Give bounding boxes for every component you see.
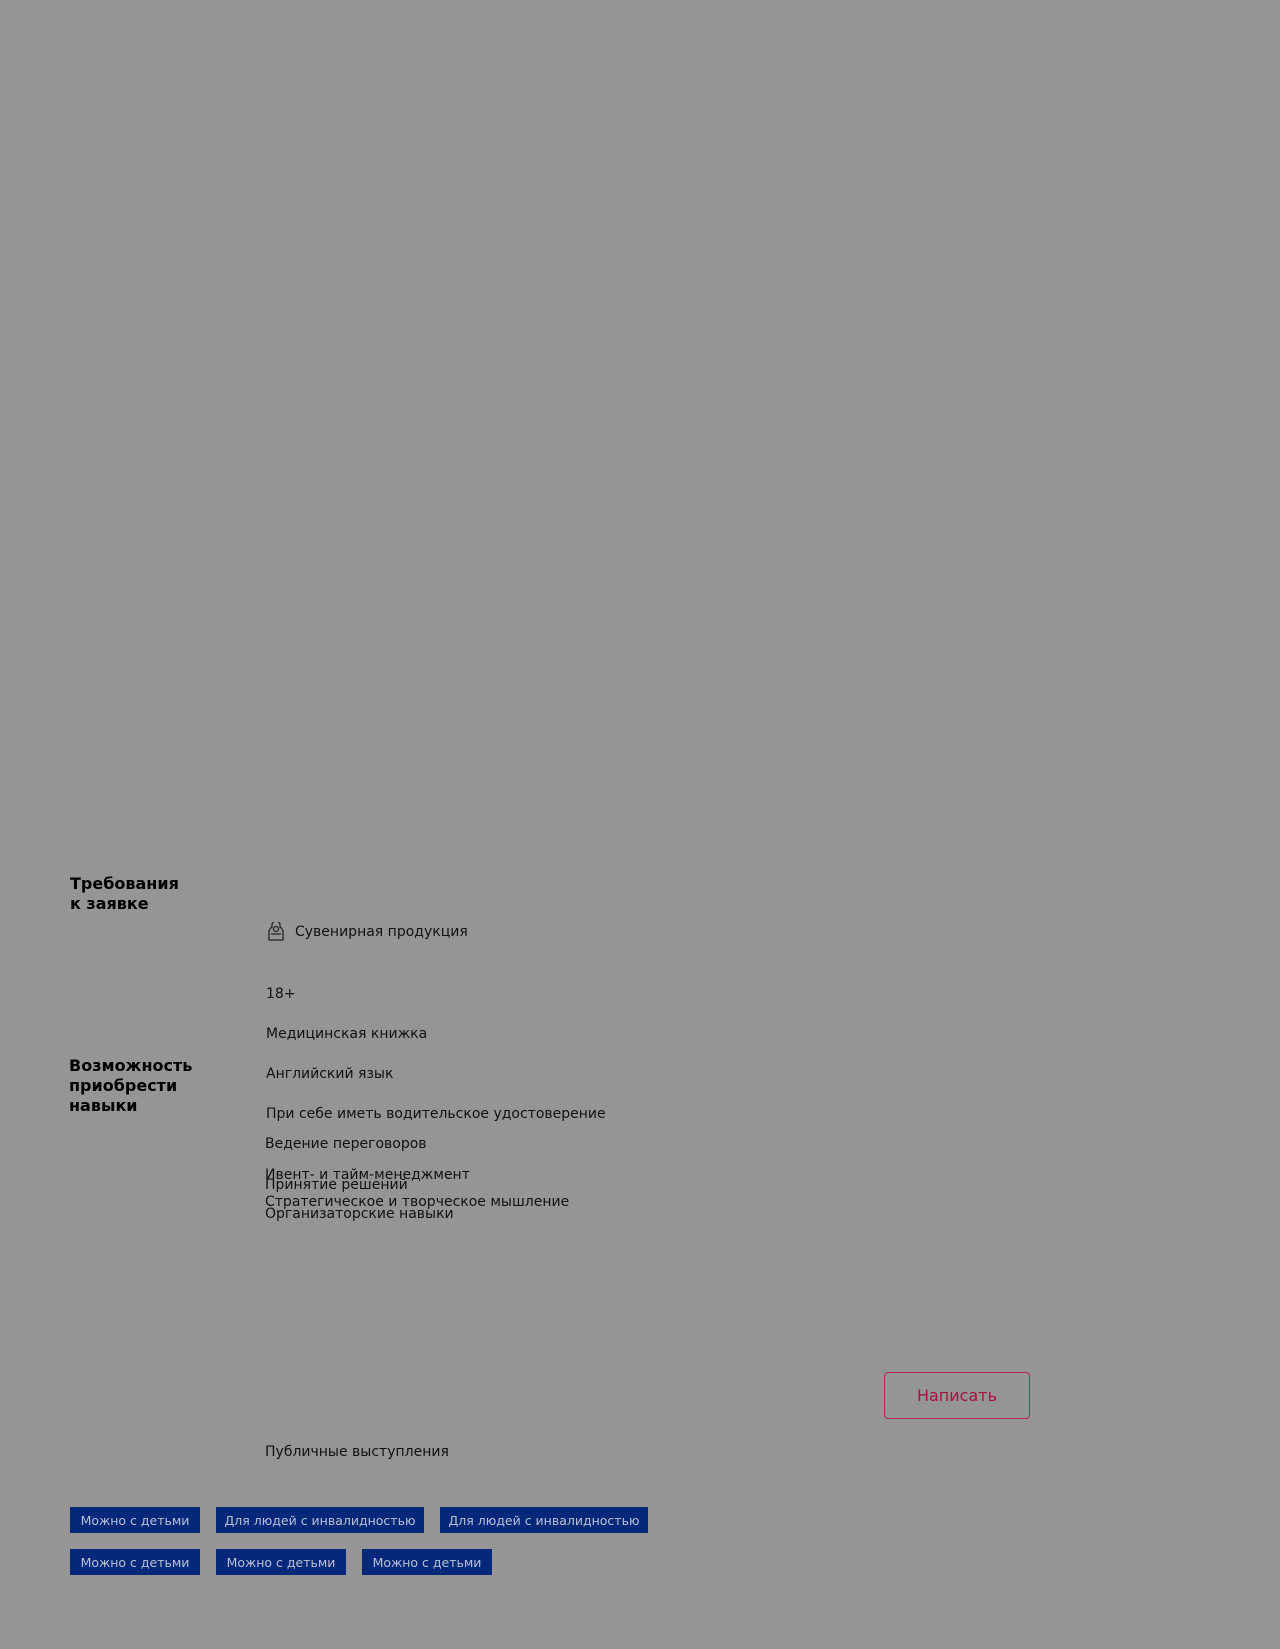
requirement-souvenir-label: Сувенирная продукция [295,924,468,940]
requirement-driver-license: При себе иметь водительское удостоверени… [266,1106,606,1122]
skills-heading: Возможность приобрести навыки [69,1056,192,1116]
skill-decision-making: Принятие решений [265,1177,408,1193]
skill-public-speaking: Публичные выступления [265,1444,449,1460]
skill-organizational: Организаторские навыки [265,1206,454,1222]
tag-with-children[interactable]: Можно с детьми [70,1549,200,1575]
skills-heading-line3: навыки [69,1096,138,1115]
tag-accessibility[interactable]: Для людей с инвалидностью [216,1507,424,1533]
requirement-english: Английский язык [266,1066,394,1082]
souvenir-icon [266,920,286,942]
requirement-souvenir: Сувенирная продукция [266,920,468,942]
requirements-heading: Требования к заявке [70,874,179,914]
skills-heading-line1: Возможность [69,1056,193,1075]
skill-negotiation: Ведение переговоров [265,1136,427,1152]
tag-accessibility[interactable]: Для людей с инвалидностью [440,1507,648,1533]
requirements-heading-line1: Требования [70,874,179,893]
write-button[interactable]: Написать [884,1372,1030,1419]
requirement-age: 18+ [266,986,296,1002]
requirement-medical-book: Медицинская книжка [266,1026,428,1042]
tag-with-children[interactable]: Можно с детьми [362,1549,492,1575]
requirements-heading-line2: к заявке [70,894,149,913]
tag-with-children[interactable]: Можно с детьми [70,1507,200,1533]
skills-heading-line2: приобрести [69,1076,178,1095]
tag-with-children[interactable]: Можно с детьми [216,1549,346,1575]
